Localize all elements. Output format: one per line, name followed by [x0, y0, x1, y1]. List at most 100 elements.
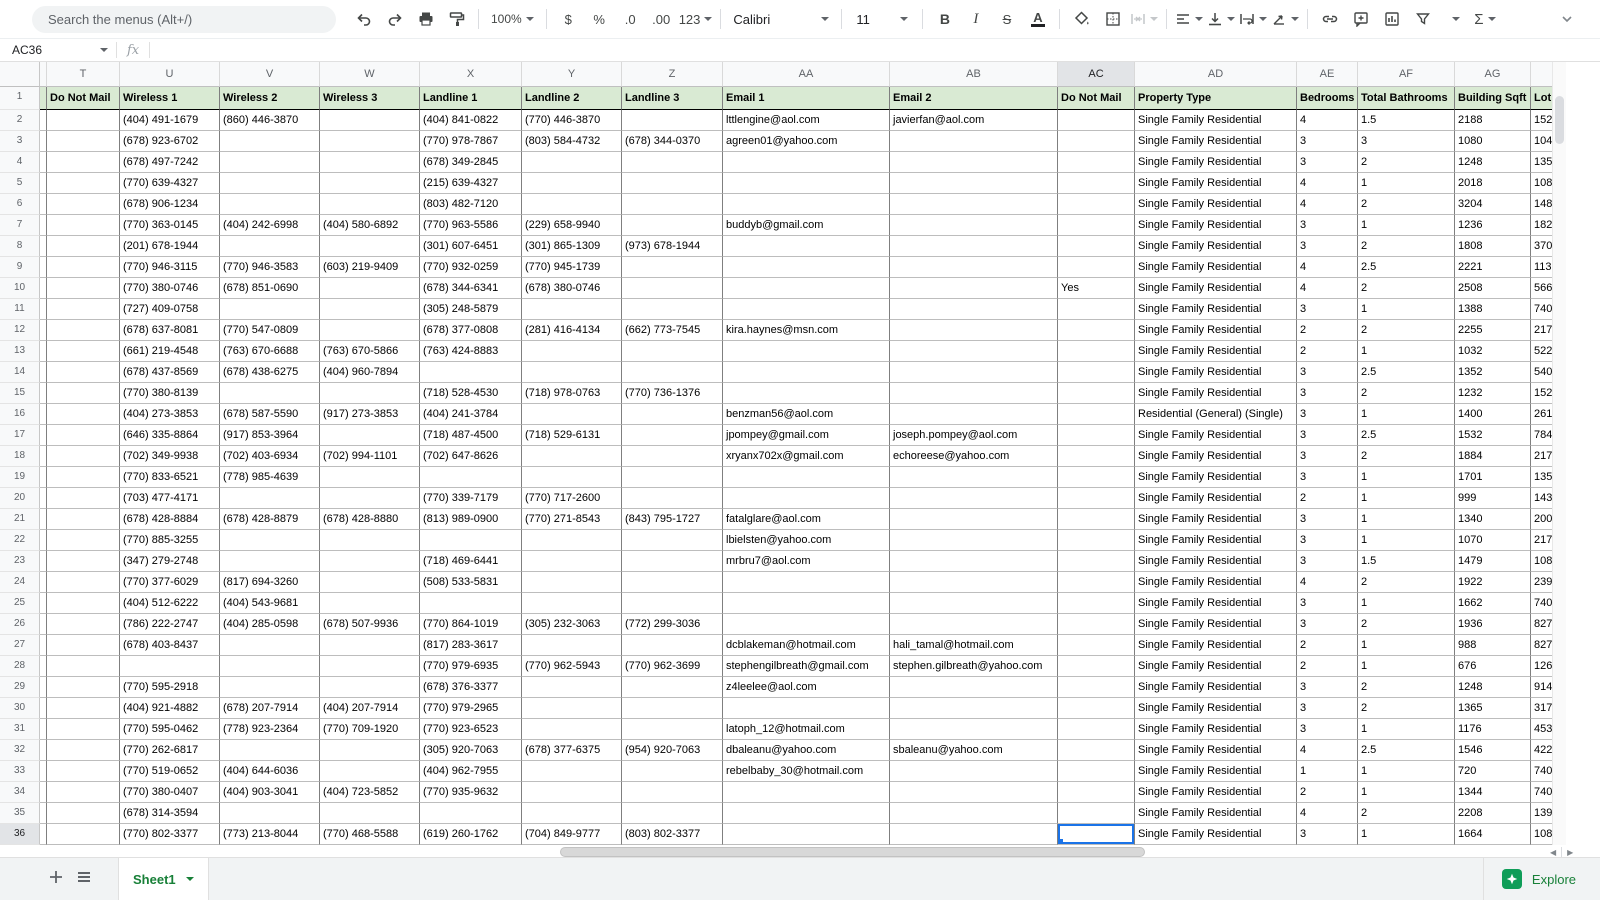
cell-X25[interactable] [420, 593, 522, 614]
cell-AF19[interactable]: 1 [1358, 467, 1455, 488]
column-header-V[interactable]: V [220, 62, 320, 87]
cell-AD22[interactable]: Single Family Residential [1135, 530, 1297, 551]
row-header-1[interactable]: 1 [0, 87, 40, 110]
cell-AD3[interactable]: Single Family Residential [1135, 131, 1297, 152]
cell-AC10[interactable]: Yes [1058, 278, 1135, 299]
cell-AA5[interactable] [723, 173, 890, 194]
cell-AD28[interactable]: Single Family Residential [1135, 656, 1297, 677]
cell-AB1[interactable]: Email 2 [890, 87, 1058, 110]
cell-T8[interactable] [47, 236, 120, 257]
cell-AB3[interactable] [890, 131, 1058, 152]
row-header-19[interactable]: 19 [0, 467, 40, 488]
row-header-22[interactable]: 22 [0, 530, 40, 551]
font-family-select[interactable]: Calibri [727, 6, 835, 32]
cell-Y10[interactable]: (678) 380-0746 [522, 278, 622, 299]
cell-AD21[interactable]: Single Family Residential [1135, 509, 1297, 530]
cell-T23[interactable] [47, 551, 120, 572]
cell-AA25[interactable] [723, 593, 890, 614]
cell-Y4[interactable] [522, 152, 622, 173]
cell-AF10[interactable]: 2 [1358, 278, 1455, 299]
cell-W8[interactable] [320, 236, 420, 257]
cell-Y3[interactable]: (803) 584-4732 [522, 131, 622, 152]
cell-AC1[interactable]: Do Not Mail [1058, 87, 1135, 110]
cell-AC17[interactable] [1058, 425, 1135, 446]
cell-AC30[interactable] [1058, 698, 1135, 719]
cell-S26[interactable] [40, 614, 47, 635]
cell-U15[interactable]: (770) 380-8139 [120, 383, 220, 404]
cell-AD26[interactable]: Single Family Residential [1135, 614, 1297, 635]
cell-AF15[interactable]: 2 [1358, 383, 1455, 404]
cell-T10[interactable] [47, 278, 120, 299]
cell-Z13[interactable] [622, 341, 723, 362]
cell-T15[interactable] [47, 383, 120, 404]
cell-AH10[interactable]: 5662 [1531, 278, 1552, 299]
column-header-AF[interactable]: AF [1358, 62, 1455, 87]
cell-AH2[interactable]: 1524 [1531, 110, 1552, 131]
cell-AB32[interactable]: sbaleanu@yahoo.com [890, 740, 1058, 761]
row-header-28[interactable]: 28 [0, 656, 40, 677]
cell-Y9[interactable]: (770) 945-1739 [522, 257, 622, 278]
cell-AD25[interactable]: Single Family Residential [1135, 593, 1297, 614]
cell-U6[interactable]: (678) 906-1234 [120, 194, 220, 215]
cell-U34[interactable]: (770) 380-0407 [120, 782, 220, 803]
cell-V7[interactable]: (404) 242-6998 [220, 215, 320, 236]
cell-Y2[interactable]: (770) 446-3870 [522, 110, 622, 131]
cell-Z11[interactable] [622, 299, 723, 320]
italic-button[interactable]: I [960, 6, 991, 32]
cell-V8[interactable] [220, 236, 320, 257]
cell-X28[interactable]: (770) 979-6935 [420, 656, 522, 677]
cell-V2[interactable]: (860) 446-3870 [220, 110, 320, 131]
cell-AC4[interactable] [1058, 152, 1135, 173]
cell-S6[interactable] [40, 194, 47, 215]
cell-AG13[interactable]: 1032 [1455, 341, 1531, 362]
cell-AH36[interactable]: 1089 [1531, 824, 1552, 845]
cell-AF30[interactable]: 2 [1358, 698, 1455, 719]
cell-AG5[interactable]: 2018 [1455, 173, 1531, 194]
cell-AH5[interactable]: 1089 [1531, 173, 1552, 194]
cell-AC34[interactable] [1058, 782, 1135, 803]
cell-T18[interactable] [47, 446, 120, 467]
cell-AC18[interactable] [1058, 446, 1135, 467]
hide-menus-button[interactable] [1551, 6, 1582, 32]
vertical-align-button[interactable] [1205, 6, 1237, 32]
cell-AD23[interactable]: Single Family Residential [1135, 551, 1297, 572]
cell-Z18[interactable] [622, 446, 723, 467]
cell-X20[interactable]: (770) 339-7179 [420, 488, 522, 509]
row-header-17[interactable]: 17 [0, 425, 40, 446]
cell-AB25[interactable] [890, 593, 1058, 614]
cell-Z10[interactable] [622, 278, 723, 299]
cell-AF11[interactable]: 1 [1358, 299, 1455, 320]
cell-W24[interactable] [320, 572, 420, 593]
cell-AG36[interactable]: 1664 [1455, 824, 1531, 845]
row-header-23[interactable]: 23 [0, 551, 40, 572]
cell-AA30[interactable] [723, 698, 890, 719]
cell-AA32[interactable]: dbaleanu@yahoo.com [723, 740, 890, 761]
cell-U32[interactable]: (770) 262-6817 [120, 740, 220, 761]
cell-X13[interactable]: (763) 424-8883 [420, 341, 522, 362]
cell-AF27[interactable]: 1 [1358, 635, 1455, 656]
cell-T11[interactable] [47, 299, 120, 320]
cell-W28[interactable] [320, 656, 420, 677]
cell-AC13[interactable] [1058, 341, 1135, 362]
cell-AE33[interactable]: 1 [1297, 761, 1358, 782]
cell-T31[interactable] [47, 719, 120, 740]
cell-S20[interactable] [40, 488, 47, 509]
cell-AG11[interactable]: 1388 [1455, 299, 1531, 320]
cell-V11[interactable] [220, 299, 320, 320]
cell-V6[interactable] [220, 194, 320, 215]
insert-link-button[interactable] [1314, 6, 1345, 32]
cell-U25[interactable]: (404) 512-6222 [120, 593, 220, 614]
cell-AC28[interactable] [1058, 656, 1135, 677]
insert-comment-button[interactable] [1345, 6, 1376, 32]
cell-V25[interactable]: (404) 543-9681 [220, 593, 320, 614]
cell-Z24[interactable] [622, 572, 723, 593]
cell-AB23[interactable] [890, 551, 1058, 572]
cell-AE18[interactable]: 3 [1297, 446, 1358, 467]
cell-W10[interactable] [320, 278, 420, 299]
print-button[interactable] [410, 6, 441, 32]
cell-AF12[interactable]: 2 [1358, 320, 1455, 341]
cell-Y28[interactable]: (770) 962-5943 [522, 656, 622, 677]
cell-Y26[interactable]: (305) 232-3063 [522, 614, 622, 635]
cell-V5[interactable] [220, 173, 320, 194]
cell-AH30[interactable]: 3179 [1531, 698, 1552, 719]
